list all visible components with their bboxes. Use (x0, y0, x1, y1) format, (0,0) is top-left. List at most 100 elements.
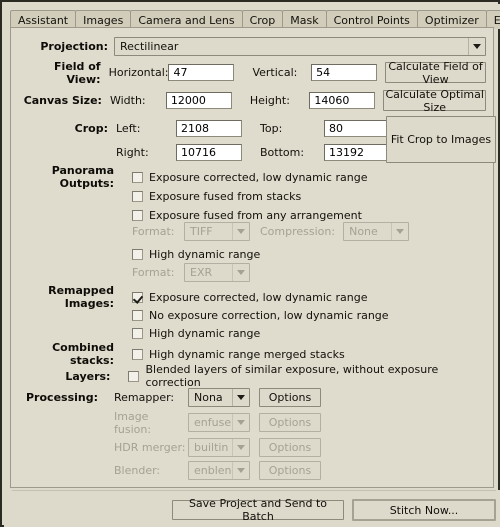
remapped-images-row-3: High dynamic range (132, 325, 472, 341)
checkbox-icon[interactable] (132, 190, 143, 202)
field-of-view-row: Field of View: Horizontal: Vertical: Cal… (20, 59, 486, 86)
crop-right-input[interactable] (176, 144, 242, 161)
processing-row-image-fusion: Image fusion: enfuse Options (20, 409, 360, 436)
fov-horizontal-label: Horizontal: (108, 66, 169, 79)
blender-label: Blender: (114, 464, 161, 477)
canvas-height-input[interactable] (309, 92, 376, 109)
projection-combo-value: Rectilinear (120, 40, 179, 53)
checkbox-label: No exposure correction, low dynamic rang… (149, 308, 389, 322)
ldr-format-row: Format: TIFF Compression: None (132, 221, 482, 242)
compression-label: Compression: (260, 225, 336, 238)
crop-bottom-label: Bottom: (260, 146, 305, 159)
tab-bar: Assistant Images Camera and Lens Crop Ma… (4, 4, 500, 29)
checkbox-label: Exposure corrected, low dynamic range (149, 290, 368, 304)
save-project-send-to-batch-button[interactable]: Save Project and Send to Batch (172, 497, 344, 523)
remapped-high-dynamic-range[interactable]: High dynamic range (132, 327, 260, 340)
hdr-format-label: Format: (132, 266, 175, 279)
ldr-format-combo-value: TIFF (190, 225, 213, 238)
crop-left-label: Left: (116, 122, 141, 135)
panorama-outputs-row-2: Exposure fused from stacks (132, 188, 452, 204)
panorama-output-hdr-row: High dynamic range (132, 246, 452, 262)
stitch-now-button[interactable]: Stitch Now... (352, 499, 496, 521)
remapped-images-row-2: No exposure correction, low dynamic rang… (132, 307, 472, 323)
panorama-outputs-label: Panorama Outputs: (51, 164, 114, 190)
checkbox-icon[interactable] (132, 309, 143, 321)
panorama-output-exposure-corrected-ldr[interactable]: Exposure corrected, low dynamic range (132, 171, 367, 184)
crop-bottom-input[interactable] (324, 144, 390, 161)
projection-row: Projection: Rectilinear (20, 36, 486, 57)
remapper-combo[interactable]: Nona (188, 388, 250, 407)
chevron-down-icon[interactable] (232, 389, 249, 406)
footer-separator (12, 490, 496, 491)
fov-vertical-label: Vertical: (252, 66, 298, 79)
panorama-output-high-dynamic-range[interactable]: High dynamic range (132, 248, 260, 261)
chevron-down-icon[interactable] (232, 462, 249, 479)
footer-bar: Save Project and Send to Batch Stitch No… (4, 490, 500, 527)
hdr-format-row: Format: EXR (132, 262, 482, 283)
checkbox-label: High dynamic range (149, 247, 261, 261)
panorama-outputs-row-1: Panorama Outputs: Exposure corrected, lo… (20, 164, 420, 190)
remapped-images-row-1: Remapped Images: Exposure corrected, low… (10, 284, 470, 310)
checkbox-label: Exposure fused from stacks (149, 189, 302, 203)
hdr-format-combo[interactable]: EXR (184, 263, 250, 282)
chevron-down-icon[interactable] (232, 439, 249, 456)
checkbox-icon[interactable] (132, 348, 143, 360)
tab-strip: Assistant Images Camera and Lens Crop Ma… (10, 7, 500, 29)
processing-row-blender: Blender: enblend Options (20, 460, 360, 481)
ldr-format-label: Format: (132, 225, 175, 238)
blender-combo[interactable]: enblend (188, 461, 250, 480)
checkbox-icon[interactable] (128, 370, 140, 382)
combined-stacks-row: Combined stacks: High dynamic range merg… (14, 341, 474, 367)
fov-horizontal-input[interactable] (168, 64, 235, 81)
hdr-format-combo-value: EXR (190, 266, 213, 279)
crop-right-label: Right: (116, 146, 149, 159)
checkbox-label: High dynamic range (149, 326, 261, 340)
remapped-exposure-corrected-ldr[interactable]: Exposure corrected, low dynamic range (132, 291, 367, 304)
checkbox-icon[interactable] (132, 209, 143, 221)
layers-label: Layers: (65, 369, 111, 383)
fit-crop-to-images-button[interactable]: Fit Crop to Images (386, 116, 496, 163)
remapped-no-exposure-correction-ldr[interactable]: No exposure correction, low dynamic rang… (132, 309, 389, 322)
calculate-field-of-view-button[interactable]: Calculate Field of View (385, 60, 486, 86)
image-fusion-options-button[interactable]: Options (259, 413, 321, 432)
image-fusion-combo[interactable]: enfuse (188, 413, 250, 432)
layers-blended-similar-exposure[interactable]: Blended layers of similar exposure, with… (128, 363, 484, 389)
chevron-down-icon[interactable] (468, 38, 485, 55)
chevron-down-icon[interactable] (391, 223, 408, 240)
calculate-optimal-size-button[interactable]: Calculate Optimal Size (383, 88, 486, 114)
hdr-merger-label: HDR merger: (114, 441, 186, 454)
combined-stacks-hdr-merged[interactable]: High dynamic range merged stacks (132, 348, 345, 361)
checkbox-icon[interactable] (132, 327, 143, 339)
chevron-down-icon[interactable] (232, 223, 249, 240)
hdr-merger-options-button[interactable]: Options (259, 438, 321, 457)
layers-row: Layers: Blended layers of similar exposu… (14, 363, 484, 389)
image-fusion-label: Image fusion: (114, 409, 152, 436)
checkbox-label: Exposure corrected, low dynamic range (149, 170, 368, 184)
checkbox-icon[interactable] (132, 291, 143, 303)
blender-combo-value: enblend (194, 464, 232, 477)
fov-vertical-input[interactable] (311, 64, 378, 81)
projection-combo[interactable]: Rectilinear (114, 37, 486, 56)
panorama-output-exposure-fused-any[interactable]: Exposure fused from any arrangement (132, 209, 362, 222)
canvas-height-label: Height: (249, 94, 290, 107)
remapper-combo-value: Nona (194, 391, 223, 404)
chevron-down-icon[interactable] (232, 264, 249, 281)
hdr-merger-combo[interactable]: builtin (188, 438, 250, 457)
compression-combo[interactable]: None (343, 222, 410, 241)
canvas-width-input[interactable] (165, 92, 232, 109)
remapper-options-button[interactable]: Options (259, 388, 321, 407)
checkbox-icon[interactable] (132, 248, 143, 260)
crop-top-input[interactable] (324, 120, 390, 137)
panorama-output-exposure-fused-stacks[interactable]: Exposure fused from stacks (132, 190, 301, 203)
field-of-view-label: Field of View: (54, 59, 101, 86)
processing-row-remapper: Processing: Remapper: Nona Options (20, 387, 360, 408)
blender-options-button[interactable]: Options (259, 461, 321, 480)
checkbox-icon[interactable] (132, 171, 143, 183)
chevron-down-icon[interactable] (232, 414, 249, 431)
processing-row-hdr-merger: HDR merger: builtin Options (20, 437, 360, 458)
ldr-format-combo[interactable]: TIFF (184, 222, 250, 241)
remapper-label: Remapper: (114, 391, 175, 404)
combined-stacks-label: Combined stacks: (52, 341, 114, 367)
projection-label: Projection: (40, 40, 108, 53)
crop-left-input[interactable] (176, 120, 242, 137)
